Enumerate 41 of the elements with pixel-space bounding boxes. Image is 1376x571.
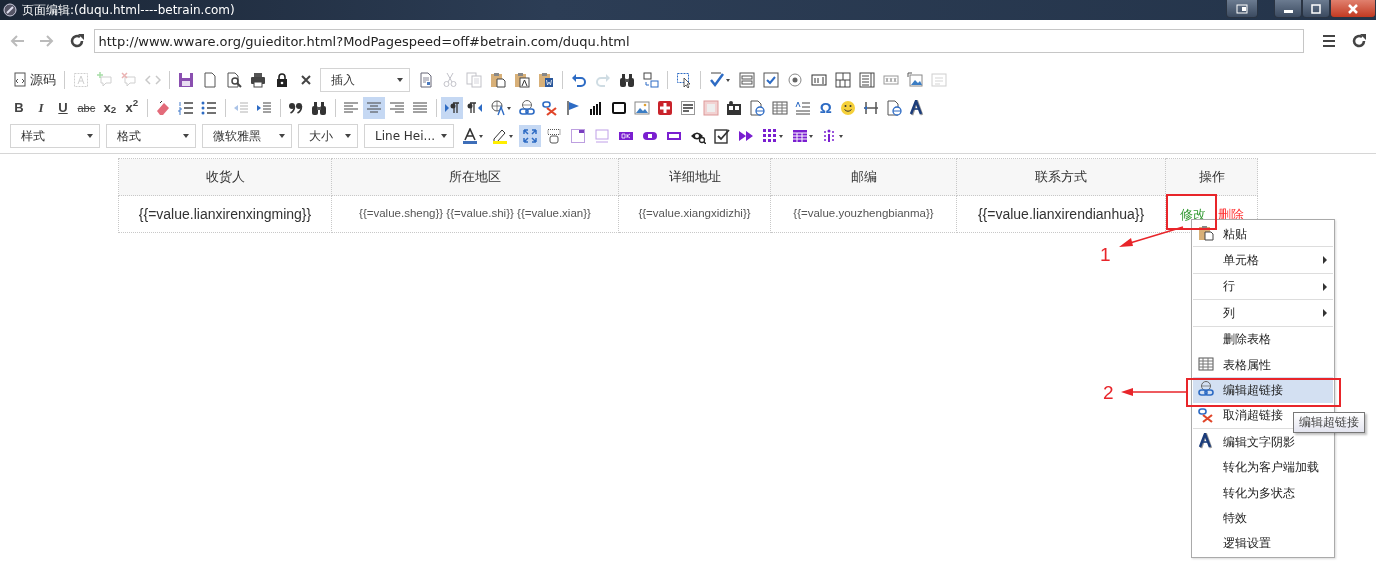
menu-item[interactable]: 删除表格: [1193, 326, 1333, 352]
dropdown[interactable]: Line Hei...: [364, 124, 454, 148]
table-cell: {{=value.xiangxidizhi}}: [618, 195, 771, 233]
table-cell: {{=value.youzhengbianma}}: [770, 195, 957, 233]
dropdown[interactable]: 格式: [106, 124, 196, 148]
format-button[interactable]: x$_{2}$: [99, 97, 121, 119]
column-header: 详细地址: [618, 158, 771, 196]
menu-item[interactable]: 单元格: [1193, 247, 1333, 273]
dropdown[interactable]: 微软雅黑: [202, 124, 292, 148]
table-cell: {{=value.lianxirendianhua}}: [956, 195, 1166, 233]
column-header: 收货人: [118, 158, 332, 196]
menu-item[interactable]: 粘贴: [1193, 221, 1333, 247]
format-button[interactable]: U: [52, 97, 74, 119]
window-title: 页面编辑:(duqu.html----betrain.com): [22, 2, 235, 19]
tooltip: 编辑超链接: [1293, 412, 1365, 434]
format-button[interactable]: x$^{2}$: [121, 97, 143, 119]
dropdown[interactable]: 样式: [10, 124, 100, 148]
format-button[interactable]: B: [8, 97, 30, 119]
menu-item[interactable]: 特效: [1193, 505, 1333, 531]
menu-item[interactable]: 行: [1193, 273, 1333, 300]
menu-item[interactable]: 逻辑设置: [1193, 530, 1333, 557]
format-button[interactable]: abc: [74, 97, 99, 119]
annotation-label: 1: [1100, 245, 1111, 264]
source-button[interactable]: 源码: [9, 69, 59, 91]
table-cell: {{=value.sheng}} {{=value.shi}} {{=value.xian}}: [331, 195, 619, 233]
format-button[interactable]: Ω: [815, 97, 837, 119]
annotation-label: 2: [1103, 383, 1114, 402]
dropdown[interactable]: 插入: [320, 68, 410, 92]
menu-item[interactable]: 编辑超链接: [1193, 377, 1333, 403]
address-field[interactable]: http://www.wware.org/guieditor.html?ModPagespeed=off#betrain.com/duqu.html: [93, 29, 1305, 53]
menu-item[interactable]: 转化为多状态: [1193, 479, 1333, 506]
table-cell: {{=value.lianxirenxingming}}: [118, 195, 332, 233]
dropdown[interactable]: 大小: [298, 124, 358, 148]
format-button[interactable]: I: [30, 97, 52, 119]
menu-item[interactable]: 表格属性: [1193, 351, 1333, 378]
menu-item[interactable]: 转化为客户端加载: [1193, 454, 1333, 480]
menu-item[interactable]: 列: [1193, 300, 1333, 326]
column-header: 邮编: [770, 158, 957, 196]
column-header: 联系方式: [956, 158, 1166, 196]
column-header: 所在地区: [331, 158, 619, 196]
column-header: 操作: [1165, 158, 1258, 196]
